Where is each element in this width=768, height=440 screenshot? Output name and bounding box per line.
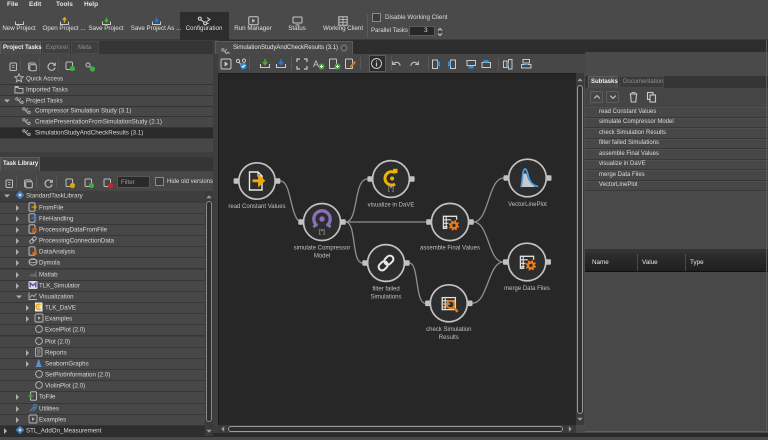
svg-text:Results: Results <box>439 335 459 341</box>
svg-text:Simulations: Simulations <box>370 294 401 300</box>
svg-text:Model: Model <box>314 254 330 260</box>
svg-text:read Constant Values: read Constant Values <box>228 204 285 210</box>
svg-text:filter failed: filter failed <box>372 286 399 292</box>
svg-text:merge Data Files: merge Data Files <box>504 286 550 292</box>
svg-text:visualize in DaVE: visualize in DaVE <box>368 202 415 208</box>
svg-text:simulate Compressor: simulate Compressor <box>294 246 351 252</box>
svg-text:assemble Final Values: assemble Final Values <box>420 246 480 252</box>
svg-text:check Simulation: check Simulation <box>426 327 471 333</box>
svg-text:[*]: [*] <box>388 187 394 193</box>
svg-text:[*]: [*] <box>319 230 325 236</box>
svg-text:VectorLinePlot: VectorLinePlot <box>508 202 547 208</box>
svg-text:A: A <box>313 59 319 69</box>
